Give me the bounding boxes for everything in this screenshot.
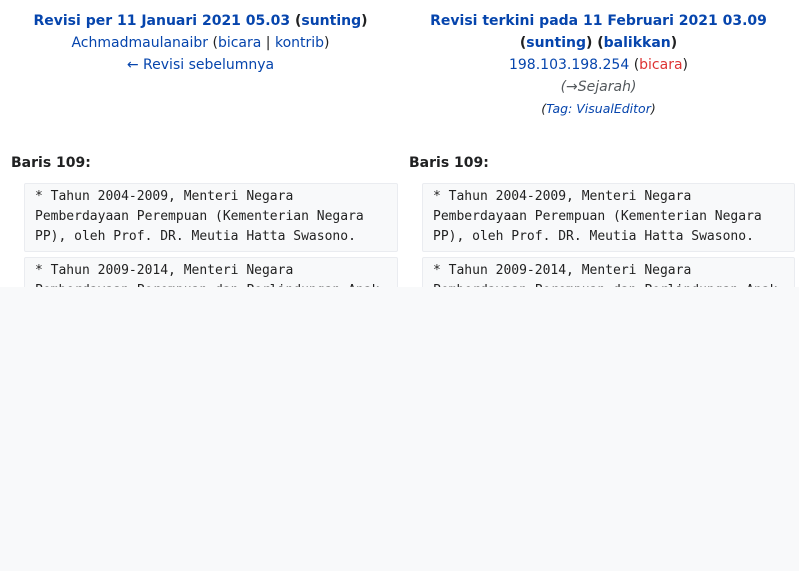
new-revision-link[interactable]: Revisi terkini pada 11 Februari 2021 03.… [430, 13, 767, 29]
new-line-number: Baris 109: [409, 155, 489, 171]
old-revision-link[interactable]: Revisi per 11 Januari 2021 05.03 [33, 13, 290, 29]
old-user-talk-link[interactable]: bicara [218, 35, 261, 51]
tag-line: (Tag: VisualEditor) [541, 101, 656, 116]
rollback-link[interactable]: balikkan [604, 35, 671, 51]
old-edit-link[interactable]: sunting [301, 13, 361, 29]
ip-user-tools: (bicara) [633, 57, 689, 73]
ip-talk-link[interactable]: bicara [639, 57, 682, 73]
new-revision-user-line: 198.103.198.254 (bicara) [398, 54, 799, 76]
edit-summary: (→Sejarah) [560, 79, 637, 95]
old-revision-user-line: Achmadmaulanaibr (bicara | kontrib) [0, 32, 401, 54]
old-context-line-1: * Tahun 2004-2009, Menteri Negara Pember… [24, 183, 398, 252]
new-revision-header: Revisi terkini pada 11 Februari 2021 03.… [398, 10, 799, 120]
old-revision-header: Revisi per 11 Januari 2021 05.03 (suntin… [0, 10, 401, 76]
old-context-line-2: * Tahun 2009-2014, Menteri Negara Pember… [24, 257, 398, 287]
tag-link[interactable]: Tag: VisualEditor [546, 101, 651, 116]
section-name: Sejarah [577, 79, 631, 95]
ip-user-link[interactable]: 198.103.198.254 [509, 57, 629, 73]
new-edit-link[interactable]: sunting [526, 35, 586, 51]
new-revision-title-line: Revisi terkini pada 11 Februari 2021 03.… [398, 10, 799, 32]
section-arrow-link[interactable]: → [566, 79, 578, 95]
diff-viewport: Revisi per 11 Januari 2021 05.03 (suntin… [0, 0, 799, 287]
new-revision-actions: (sunting) (balikkan) [519, 35, 678, 51]
old-user-link[interactable]: Achmadmaulanaibr [71, 35, 208, 51]
new-context-line-1: * Tahun 2004-2009, Menteri Negara Pember… [422, 183, 795, 252]
old-user-contribs-link[interactable]: kontrib [275, 35, 324, 51]
paren-close: ) [361, 13, 368, 29]
user-tools: (bicara | kontrib) [212, 35, 330, 51]
old-line-number: Baris 109: [11, 155, 91, 171]
prev-revision-line: ← Revisi sebelumnya [0, 54, 401, 76]
prev-revision-link[interactable]: ← Revisi sebelumnya [127, 57, 274, 73]
new-context-line-2: * Tahun 2009-2014, Menteri Negara Pember… [422, 257, 795, 287]
old-revision-title-line: Revisi per 11 Januari 2021 05.03 (suntin… [0, 10, 401, 32]
